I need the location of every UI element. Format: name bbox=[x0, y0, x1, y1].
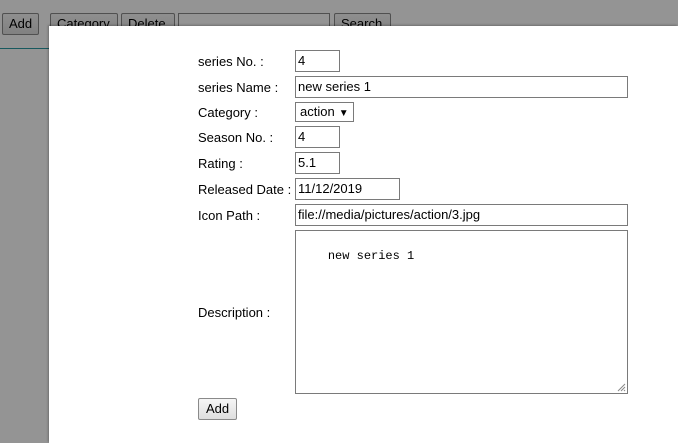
chevron-down-icon: ▼ bbox=[338, 108, 349, 119]
series-name-input[interactable]: new series 1 bbox=[295, 76, 628, 98]
released-date-label: Released Date : bbox=[198, 182, 292, 197]
description-textarea[interactable]: new series 1 bbox=[295, 230, 628, 394]
series-no-input[interactable]: 4 bbox=[295, 50, 340, 72]
rating-input[interactable]: 5.1 bbox=[295, 152, 340, 174]
rating-label: Rating : bbox=[198, 156, 243, 171]
season-no-label: Season No. : bbox=[198, 130, 274, 145]
resize-grip-icon[interactable] bbox=[617, 383, 626, 392]
add-series-submit-button[interactable]: Add bbox=[198, 398, 238, 420]
icon-path-input[interactable]: file://media/pictures/action/3.jpg bbox=[295, 204, 628, 226]
category-label: Category : bbox=[198, 105, 258, 120]
category-select-value: action bbox=[300, 104, 335, 119]
series-name-label: series Name : bbox=[198, 80, 279, 95]
category-select[interactable]: action ▼ bbox=[295, 102, 354, 122]
icon-path-label: Icon Path : bbox=[198, 208, 261, 223]
series-no-label: series No. : bbox=[198, 54, 264, 69]
add-series-dialog: series No. : 4 series Name : new series … bbox=[49, 26, 678, 443]
season-no-input[interactable]: 4 bbox=[295, 126, 340, 148]
description-text: new series 1 bbox=[327, 249, 415, 263]
description-label: Description : bbox=[198, 305, 271, 320]
released-date-input[interactable]: 11/12/2019 bbox=[295, 178, 400, 200]
